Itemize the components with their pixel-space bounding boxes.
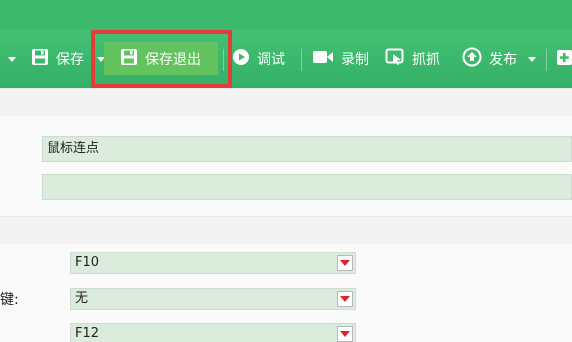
dropdown-arrow-icon[interactable]: [337, 291, 353, 307]
debug-button[interactable]: 调试: [232, 30, 285, 88]
publish-label: 发布: [489, 52, 517, 68]
play-circle-icon: [232, 48, 250, 70]
dropdown-arrow-icon[interactable]: [337, 255, 353, 271]
basic-info-panel: 鼠标连点: [0, 116, 572, 216]
hotkey-select-1[interactable]: F10: [70, 252, 356, 274]
record-button[interactable]: 录制: [312, 30, 369, 88]
select-value: F12: [75, 326, 100, 341]
hotkey-select-2[interactable]: 无: [70, 288, 356, 310]
toolbar-separator: [301, 49, 302, 71]
save-label: 保存: [56, 52, 84, 68]
screen-capture-icon: [385, 48, 405, 70]
toolbar-overflow-caret[interactable]: [8, 57, 16, 62]
red-highlight-box: [91, 30, 232, 88]
title-strip: [0, 0, 572, 30]
publish-button[interactable]: 发布: [462, 30, 517, 88]
second-input[interactable]: [42, 174, 572, 200]
video-camera-icon: [312, 49, 334, 69]
hotkey-select-3[interactable]: F12: [70, 323, 356, 342]
select-value: F10: [75, 255, 100, 270]
hotkey-label: 键:: [0, 292, 19, 308]
publish-icon: [462, 47, 482, 71]
section-header: [0, 216, 572, 244]
record-label: 录制: [341, 52, 369, 68]
section-header: [0, 88, 572, 116]
capture-button[interactable]: 抓抓: [385, 30, 440, 88]
hotkey-panel: F10 无 F12: [0, 244, 572, 342]
toolbar-separator: [546, 49, 547, 71]
name-input[interactable]: 鼠标连点: [42, 136, 572, 162]
save-button[interactable]: 保存: [31, 30, 84, 88]
add-button[interactable]: [556, 30, 572, 88]
capture-label: 抓抓: [412, 52, 440, 68]
floppy-disk-icon: [31, 48, 49, 70]
publish-dropdown-caret[interactable]: [528, 57, 536, 62]
select-value: 无: [75, 291, 89, 306]
debug-label: 调试: [257, 52, 285, 68]
dropdown-arrow-icon[interactable]: [337, 326, 353, 342]
plus-icon: [556, 48, 572, 70]
toolbar: 保存 保存退出 调试 录制 抓抓 发布: [0, 30, 572, 88]
